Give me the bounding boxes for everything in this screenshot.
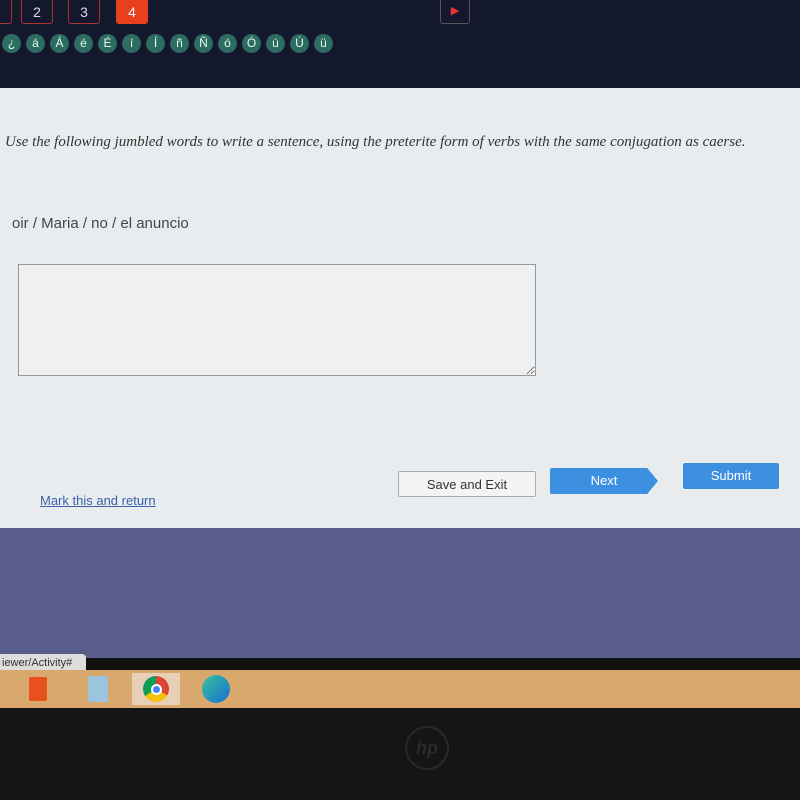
char-button[interactable]: Ú xyxy=(290,34,309,53)
char-button[interactable]: Á xyxy=(50,34,69,53)
chrome-icon[interactable] xyxy=(132,673,180,705)
question-prompt: Use the following jumbled words to write… xyxy=(5,134,746,150)
office-icon[interactable] xyxy=(14,673,62,705)
question-panel: Use the following jumbled words to write… xyxy=(0,88,800,528)
char-button[interactable]: Í xyxy=(146,34,165,53)
char-button[interactable]: ñ xyxy=(170,34,189,53)
calculator-icon[interactable] xyxy=(74,673,122,705)
monitor-bezel: hp xyxy=(0,708,800,800)
special-characters-bar: ¿ á Á é É í Í ñ Ñ ó Ó ú Ú ü xyxy=(2,34,333,53)
top-toolbar: 2 3 4 ▶ ¿ á Á é É í Í ñ Ñ ó Ó ú Ú ü xyxy=(0,0,800,88)
save-and-exit-button[interactable]: Save and Exit xyxy=(398,471,536,497)
char-button[interactable]: í xyxy=(122,34,141,53)
question-1-button[interactable] xyxy=(0,0,12,24)
page-background xyxy=(0,528,800,658)
char-button[interactable]: á xyxy=(26,34,45,53)
next-button[interactable]: Next xyxy=(550,468,658,494)
char-button[interactable]: ú xyxy=(266,34,285,53)
answer-input[interactable] xyxy=(18,264,536,376)
char-button[interactable]: ó xyxy=(218,34,237,53)
hp-logo: hp xyxy=(405,726,449,770)
mark-and-return-link[interactable]: Mark this and return xyxy=(40,493,156,508)
taskbar xyxy=(0,670,800,708)
char-button[interactable]: ¿ xyxy=(2,34,21,53)
char-button[interactable]: é xyxy=(74,34,93,53)
char-button[interactable]: Ó xyxy=(242,34,261,53)
edge-icon[interactable] xyxy=(192,673,240,705)
jumbled-words: oir / Maria / no / el anuncio xyxy=(12,215,189,232)
question-4-button[interactable]: 4 xyxy=(116,0,148,24)
submit-button[interactable]: Submit xyxy=(683,463,779,489)
question-2-button[interactable]: 2 xyxy=(21,0,53,24)
question-3-button[interactable]: 3 xyxy=(68,0,100,24)
next-question-arrow-icon[interactable]: ▶ xyxy=(440,0,470,24)
char-button[interactable]: Ñ xyxy=(194,34,213,53)
char-button[interactable]: ü xyxy=(314,34,333,53)
char-button[interactable]: É xyxy=(98,34,117,53)
